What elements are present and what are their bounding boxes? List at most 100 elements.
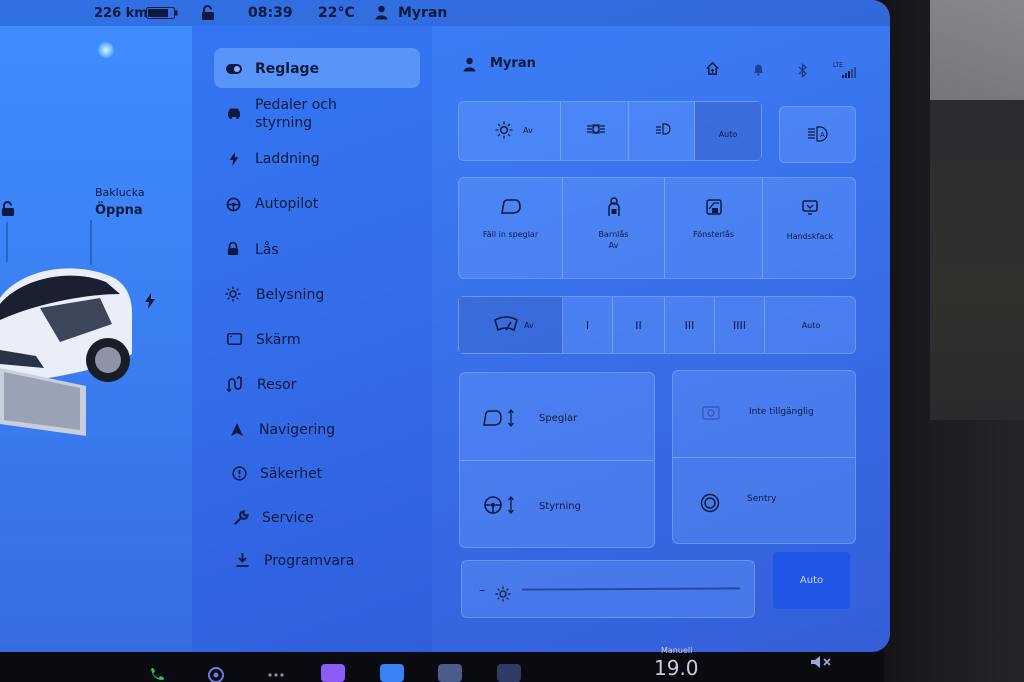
trips-icon bbox=[226, 376, 242, 392]
headlights-off-option[interactable]: Av bbox=[459, 102, 561, 160]
screen: 226 km 08:39 22°C Myran Baklucka Öppna R… bbox=[0, 0, 1024, 682]
wiper-speed-4[interactable]: IIII bbox=[715, 297, 765, 353]
auto-high-beam-icon: A bbox=[806, 126, 830, 142]
sun-icon bbox=[225, 286, 241, 302]
download-icon bbox=[235, 552, 249, 568]
media-app-icon[interactable] bbox=[497, 664, 521, 682]
range-readout: 226 km bbox=[94, 6, 148, 21]
wiper-speed-3[interactable]: III bbox=[665, 297, 715, 353]
profile-name[interactable]: Myran bbox=[398, 5, 447, 21]
adjust-steering-button[interactable]: Styrning bbox=[460, 461, 654, 547]
unlock-icon[interactable] bbox=[200, 5, 216, 21]
sun-icon bbox=[494, 585, 512, 603]
wiper-off-option[interactable]: Av bbox=[459, 297, 563, 353]
navigation-arrow-icon bbox=[230, 422, 244, 436]
steering-wheel-icon bbox=[225, 196, 241, 212]
toggle-icon bbox=[226, 63, 242, 75]
brightness-auto-button[interactable]: Auto bbox=[773, 552, 850, 609]
radio-app-icon[interactable] bbox=[438, 664, 462, 682]
status-bar: 226 km 08:39 22°C Myran bbox=[0, 0, 890, 26]
nav-label-resor: Resor bbox=[257, 377, 297, 393]
wiper-off-label: Av bbox=[524, 321, 534, 330]
window-lock-label: Fönsterlås bbox=[692, 230, 735, 239]
nav-label-pedaler: Pedaler och bbox=[255, 97, 337, 113]
extras-group: Inte tillgänglig Sentry bbox=[672, 370, 856, 544]
brightness-auto-label: Auto bbox=[799, 575, 824, 586]
parking-lights-icon bbox=[585, 122, 607, 136]
mirror-icon bbox=[499, 198, 523, 216]
adjust-mirrors-button[interactable]: Speglar bbox=[460, 373, 654, 460]
wiper-auto-label: Auto bbox=[801, 321, 821, 330]
sentry-button[interactable]: Sentry bbox=[673, 458, 855, 544]
car-render[interactable] bbox=[0, 258, 140, 438]
app-icon-purple[interactable] bbox=[321, 664, 345, 682]
headlights-auto-option[interactable]: Auto bbox=[695, 102, 761, 160]
nav-label-navigering: Navigering bbox=[259, 422, 336, 438]
touchscreen: 226 km 08:39 22°C Myran Baklucka Öppna R… bbox=[0, 0, 890, 652]
more-apps-icon[interactable] bbox=[266, 670, 286, 680]
wiper-icon bbox=[493, 315, 519, 333]
lock-icon bbox=[226, 241, 240, 257]
nav-item-las[interactable] bbox=[214, 230, 420, 270]
home-icon[interactable] bbox=[704, 60, 720, 76]
low-beam-icon bbox=[653, 122, 673, 136]
low-beam-option[interactable] bbox=[629, 102, 695, 160]
user-icon bbox=[462, 56, 476, 72]
mute-icon[interactable] bbox=[809, 654, 835, 670]
child-lock-button[interactable]: Barnlås Av bbox=[563, 178, 665, 278]
frunk-pointer-line bbox=[6, 222, 8, 262]
camera-icon bbox=[701, 405, 721, 421]
profile-header-name[interactable]: Myran bbox=[490, 56, 536, 71]
wiper-speed-2[interactable]: II bbox=[613, 297, 665, 353]
wiper-speed-1-label: I bbox=[585, 319, 590, 332]
parking-lights-option[interactable] bbox=[561, 102, 629, 160]
mirror-adjust-icon bbox=[482, 408, 516, 428]
status-light bbox=[98, 42, 114, 58]
high-beam-button[interactable]: A bbox=[779, 106, 856, 163]
nav-label-service: Service bbox=[262, 510, 314, 526]
fold-mirrors-button[interactable]: Fäll in speglar bbox=[459, 178, 563, 278]
sun-icon bbox=[494, 120, 514, 140]
wrench-icon bbox=[233, 509, 249, 525]
nav-item-skarm[interactable] bbox=[214, 320, 420, 360]
nav-item-resor[interactable] bbox=[214, 366, 420, 406]
unavailable-label: Inte tillgänglig bbox=[749, 407, 814, 417]
glovebox-button[interactable]: Handskfack bbox=[763, 178, 857, 278]
brightness-minus[interactable]: – bbox=[479, 583, 485, 597]
camera-app-icon[interactable] bbox=[206, 666, 226, 682]
nav-label-sakerhet: Säkerhet bbox=[260, 466, 323, 482]
display-icon bbox=[226, 332, 242, 346]
nav-label-laddning: Laddning bbox=[255, 151, 320, 167]
profile-icon[interactable] bbox=[374, 4, 388, 20]
glovebox-label: Handskfack bbox=[786, 232, 834, 241]
cabin-temp-readout[interactable]: 19.0 bbox=[654, 656, 699, 680]
headlights-off-label: Av bbox=[523, 126, 533, 135]
nav-label-skarm: Skärm bbox=[256, 332, 301, 348]
window-lock-button[interactable]: Fönsterlås bbox=[665, 178, 763, 278]
interior-trim bbox=[930, 100, 1024, 420]
charge-port-bolt-icon[interactable] bbox=[144, 292, 156, 310]
bluetooth-app-icon[interactable] bbox=[380, 664, 404, 682]
adjust-mirrors-label: Speglar bbox=[539, 413, 578, 424]
wiper-speed-1[interactable]: I bbox=[563, 297, 613, 353]
battery-icon bbox=[146, 7, 178, 19]
child-lock-label: Barnlås bbox=[598, 230, 629, 239]
frunk-lock-icon[interactable] bbox=[0, 200, 16, 218]
wiper-selector: Av I II III IIII Auto bbox=[458, 296, 856, 354]
outside-temperature: 22°C bbox=[318, 5, 355, 21]
trunk-open-button[interactable]: Öppna bbox=[95, 203, 143, 218]
unavailable-button: Inte tillgänglig bbox=[673, 371, 855, 457]
bluetooth-icon[interactable] bbox=[797, 62, 809, 78]
climate-mode-label: Manuell bbox=[661, 646, 693, 655]
steering-adjust-icon bbox=[482, 495, 516, 515]
bell-icon[interactable] bbox=[752, 62, 764, 76]
adjust-group: Speglar Styrning bbox=[459, 372, 655, 548]
wiper-speed-4-label: IIII bbox=[733, 319, 746, 332]
nav-label-autopilot: Autopilot bbox=[255, 196, 319, 212]
phone-icon[interactable] bbox=[148, 666, 166, 682]
adjust-steering-label: Styrning bbox=[539, 501, 581, 512]
wiper-auto-option[interactable]: Auto bbox=[765, 297, 857, 353]
wiper-speed-3-label: III bbox=[684, 319, 695, 332]
sentry-icon bbox=[699, 492, 721, 514]
car-icon bbox=[226, 106, 242, 120]
